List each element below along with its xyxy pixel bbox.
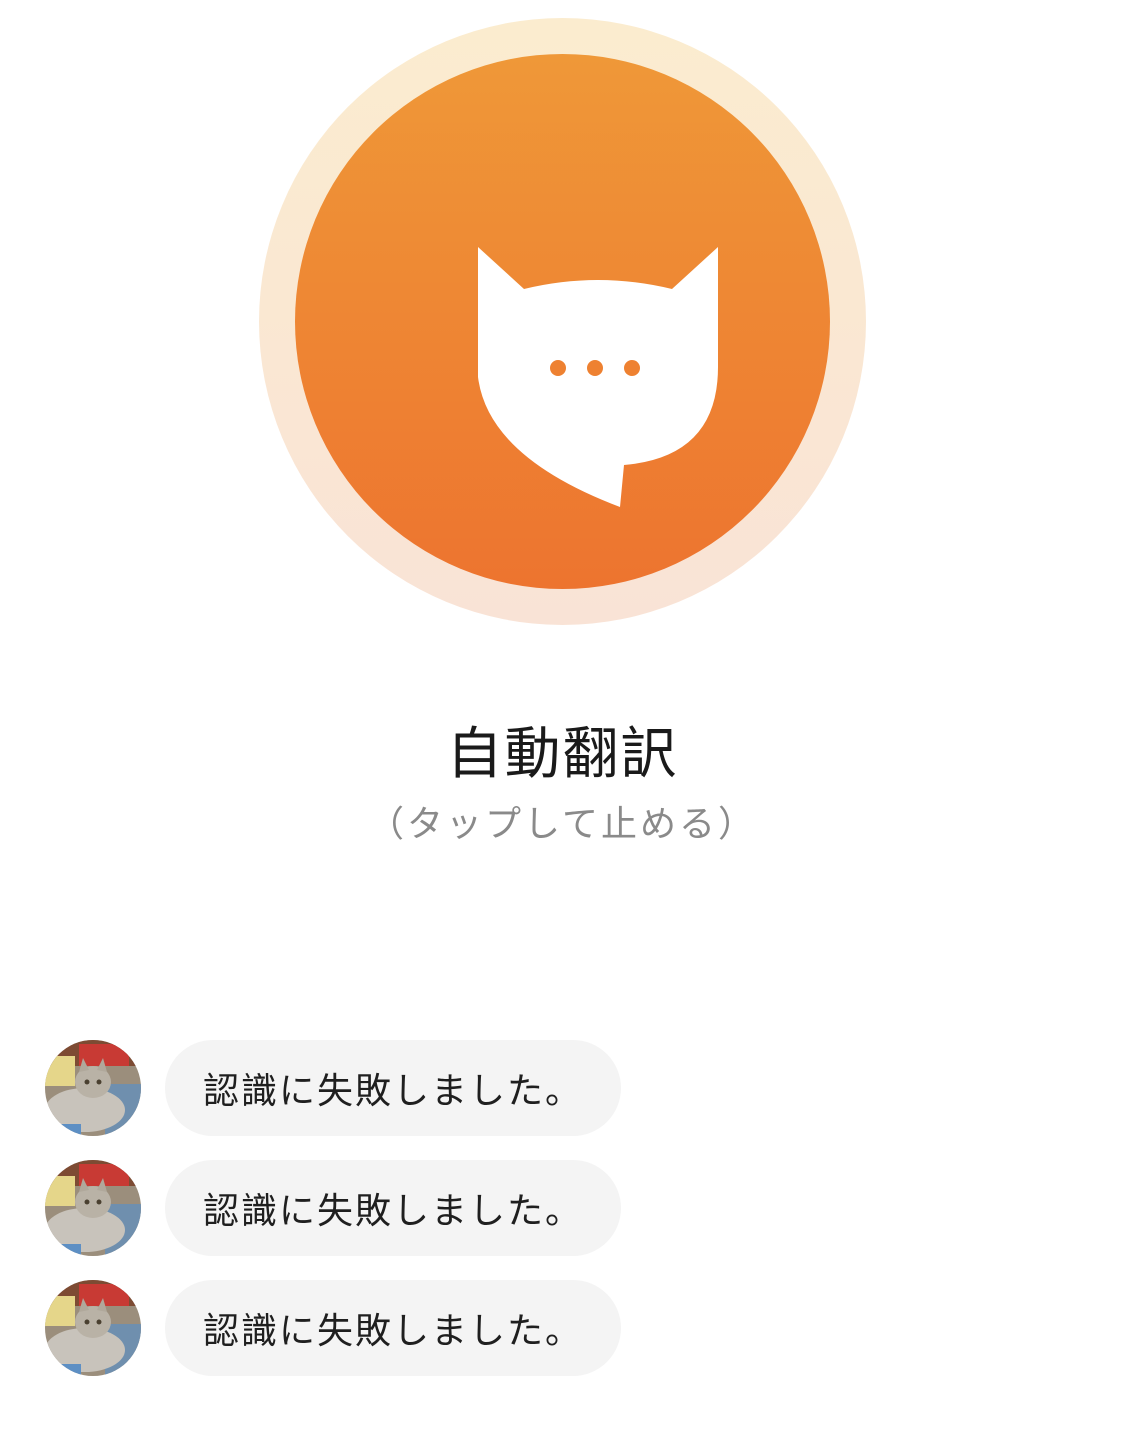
cat-photo-avatar: [45, 1280, 141, 1376]
cat-photo-avatar: [45, 1160, 141, 1256]
history-item: 認識に失敗しました。: [0, 1040, 1125, 1136]
cat-photo-avatar: [45, 1040, 141, 1136]
recognition-message-bubble: 認識に失敗しました。: [165, 1280, 622, 1376]
record-button-core: [295, 54, 830, 589]
tap-to-stop-hint: （タップして止める）: [368, 804, 757, 845]
record-toggle-button[interactable]: [259, 18, 866, 625]
recognition-message-bubble: 認識に失敗しました。: [165, 1040, 622, 1136]
history-item: 認識に失敗しました。: [0, 1280, 1125, 1376]
history-item: 認識に失敗しました。: [0, 1160, 1125, 1256]
cat-speech-bubble-icon: [478, 247, 718, 507]
recognition-message-bubble: 認識に失敗しました。: [165, 1160, 622, 1256]
mode-title: 自動翻訳: [446, 722, 679, 787]
